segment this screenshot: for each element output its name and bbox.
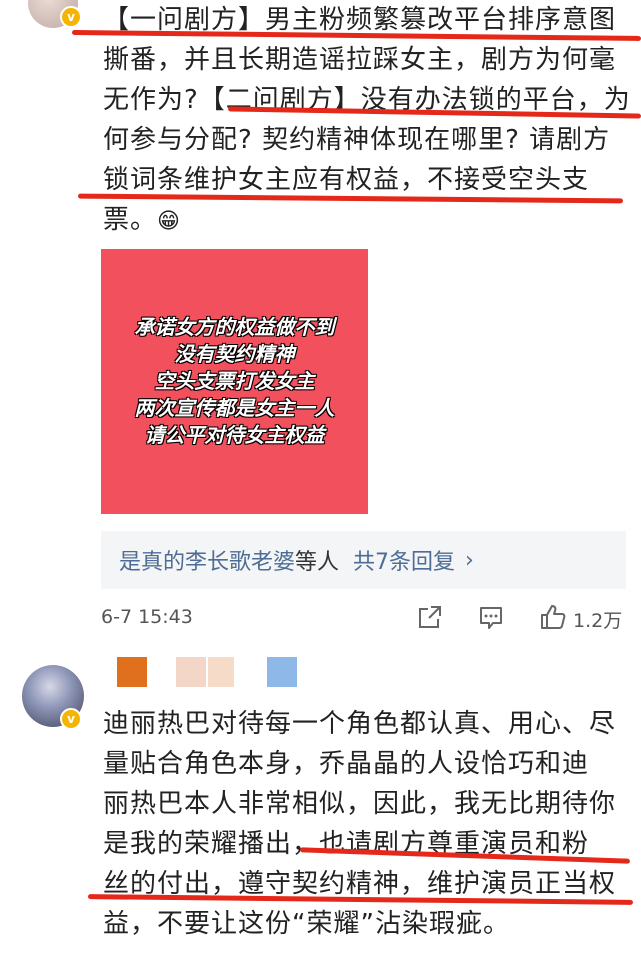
share-icon[interactable]	[417, 604, 443, 630]
comment-icon[interactable]	[478, 605, 504, 631]
comment-line: 何参与分配? 契约精神体现在哪里? 请剧方	[103, 125, 611, 155]
comment-line: 丽热巴本人非常相似，因此，我无比期待你	[103, 789, 617, 819]
poster-line: 空头支票打发女主	[154, 369, 315, 393]
poster-line: 请公平对待女主权益	[144, 423, 325, 447]
redacted-username-block	[208, 657, 234, 687]
like-count: 1.2万	[573, 610, 623, 632]
poster-line: 承诺女方的权益做不到	[134, 315, 335, 339]
reply-suffix: 等人	[295, 550, 340, 575]
like-icon[interactable]	[539, 603, 567, 631]
poster-image[interactable]: 承诺女方的权益做不到 没有契约精神 空头支票打发女主 两次宣传都是女主一人 请公…	[101, 249, 368, 514]
redacted-username-block	[117, 657, 147, 687]
redacted-username-block	[176, 657, 206, 687]
comment-line: 票。😁	[103, 205, 181, 235]
chevron-right-icon: ›	[465, 547, 474, 573]
verified-badge-icon: v	[60, 6, 82, 28]
comment-line: 益，不要让这份“荣耀”沾染瑕疵。	[103, 909, 510, 939]
reply-user-link[interactable]: 是真的李长歌老婆	[119, 544, 295, 576]
replies-summary[interactable]: 是真的李长歌老婆 等人 共7条回复 ›	[101, 531, 626, 589]
comment-line: 迪丽热巴对待每一个角色都认真、用心、尽	[103, 709, 617, 739]
grin-emoji-icon: 😁	[157, 209, 181, 234]
redacted-username-block	[267, 657, 297, 687]
comment-text: 迪丽热巴对待每一个角色都认真、用心、尽 量贴合角色本身，乔晶晶的人设恰巧和迪 丽…	[103, 704, 633, 944]
comment-line: 撕番，并且长期造谣拉踩女主，剧方为何毫	[103, 45, 617, 75]
verified-badge-icon: v	[60, 708, 82, 730]
timestamp: 6-7 15:43	[101, 606, 193, 628]
poster-line: 两次宣传都是女主一人	[134, 396, 335, 420]
comment-meta: 6-7 15:43 1.2万	[101, 600, 631, 636]
comment-line: 量贴合角色本身，乔晶晶的人设恰巧和迪	[103, 749, 590, 779]
poster-line: 没有契约精神	[174, 342, 295, 366]
reply-count-link[interactable]: 共7条回复	[353, 544, 455, 576]
